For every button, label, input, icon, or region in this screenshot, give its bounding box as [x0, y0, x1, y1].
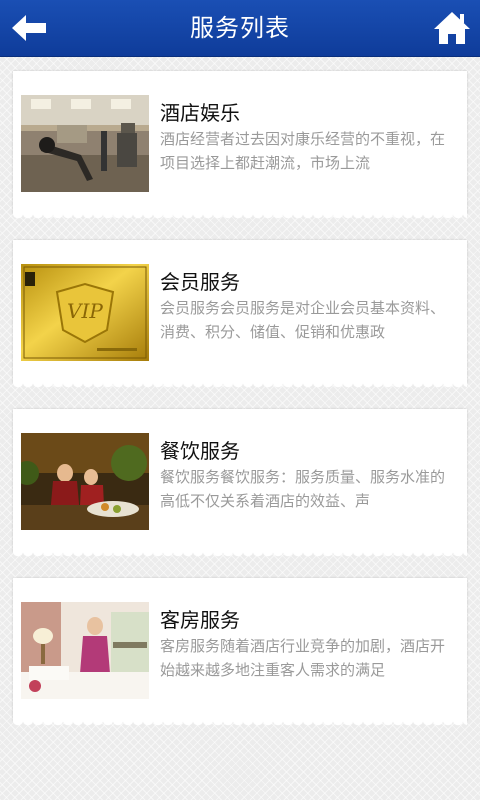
- service-description: 会员服务会员服务是对企业会员基本资料、消费、积分、储值、促销和优惠政: [160, 299, 446, 341]
- service-description: 酒店经营者过去因对康乐经营的不重视，在项目选择上都赶潮流，市场上流: [160, 130, 446, 172]
- home-button[interactable]: [432, 8, 472, 48]
- list-item[interactable]: 客房服务 客房服务随着酒店行业竞争的加剧，酒店开始越来越多地注重客人需求的满足: [13, 578, 467, 728]
- top-navigation-bar: 服务列表: [0, 0, 480, 57]
- gym-equipment-photo: [21, 95, 149, 192]
- service-title: 酒店娱乐: [160, 101, 240, 125]
- list-item[interactable]: VIP 会员服务 会员服务会员服务是对企业会员基本资料、消费、积分、储值、促销和…: [13, 240, 467, 390]
- list-item[interactable]: 酒店娱乐 酒店经营者过去因对康乐经营的不重视，在项目选择上都赶潮流，市场上流: [13, 71, 467, 221]
- service-title: 餐饮服务: [160, 439, 240, 463]
- page-title: 服务列表: [190, 14, 290, 42]
- svg-text:VIP: VIP: [67, 299, 103, 323]
- home-icon: [434, 12, 470, 44]
- service-description: 客房服务随着酒店行业竞争的加剧，酒店开始越来越多地注重客人需求的满足: [160, 637, 446, 679]
- service-title: 会员服务: [160, 270, 240, 294]
- service-description: 餐饮服务餐饮服务：服务质量、服务水准的高低不仅关系着酒店的效益、声: [160, 468, 446, 510]
- vip-gold-card-photo: VIP: [21, 264, 149, 361]
- service-title: 客房服务: [160, 608, 240, 632]
- hotel-room-maid-photo: [21, 602, 149, 699]
- list-item[interactable]: 餐饮服务 餐饮服务餐饮服务：服务质量、服务水准的高低不仅关系着酒店的效益、声: [13, 409, 467, 559]
- restaurant-waitress-photo: [21, 433, 149, 530]
